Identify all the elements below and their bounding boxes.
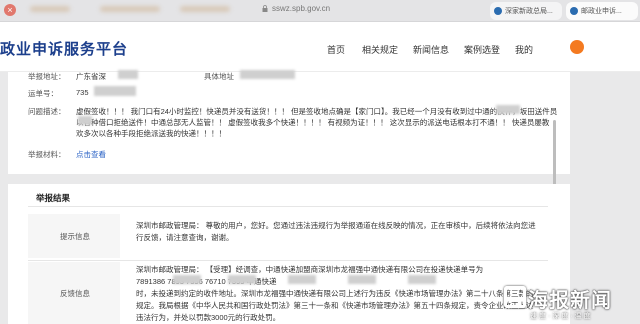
nav-regulations[interactable]: 相关规定 — [362, 43, 398, 56]
location-value: 广东省深 — [76, 72, 106, 81]
redacted-block — [240, 70, 295, 79]
issue-label: 问题描述： — [28, 107, 66, 116]
user-avatar[interactable] — [570, 40, 584, 54]
redacted-block — [288, 275, 316, 284]
nav-news[interactable]: 新闻信息 — [413, 43, 449, 56]
view-materials-link[interactable]: 点击查看 — [76, 149, 106, 160]
waybill-label: 运单号： — [28, 89, 58, 98]
result-row-label: 反馈信息 — [28, 262, 120, 324]
redacted-block — [408, 275, 436, 284]
tab-complaint-platform[interactable]: 邮政业申诉... — [566, 2, 638, 20]
issue-line: 虚假签收！！！ 我门口有24小时监控！快递员并没有送货！！！ 但是签收地点确是【… — [76, 107, 558, 116]
blurred-tab — [100, 6, 160, 12]
material-label: 举报材料： — [28, 150, 66, 159]
site-favicon-icon — [494, 7, 502, 15]
redacted-block — [173, 275, 201, 284]
result-line: 规定。我局根据《中华人民共和国行政处罚法》第三十一条和《快递市场管理办法》第五十… — [136, 301, 534, 310]
result-row-value: 深圳市邮政管理局： 尊敬的用户，您好。您通过违法违规行为举报通道在线反映的情况，… — [136, 220, 546, 244]
report-details-card: 举报地址： 广东省深 具体地址 运单号： 735 问题描述： 虚假签收！！！ 我… — [8, 70, 570, 174]
browser-toolbar: × sswz.spb.gov.cn 深家新政总局... 邮政业申诉... — [0, 0, 640, 22]
result-line: 时，未投递到约定的收件地址。深圳市龙福强中通快递有限公司上述行为违反《快递市场管… — [136, 289, 534, 298]
watermark-logo-icon — [504, 286, 526, 308]
result-row-label: 提示信息 — [28, 214, 120, 258]
redacted-block — [94, 86, 136, 96]
result-title: 举报结果 — [36, 193, 71, 203]
result-row-value: 深圳市邮政管理局： 【受理】经调查，中通快递加盟商深圳市龙福强中通快递有限公司在… — [136, 264, 546, 324]
divider — [28, 260, 548, 261]
watermark-subtitle: 速度·深度·温度 — [530, 313, 593, 320]
lock-icon — [262, 5, 268, 12]
redacted-block — [78, 116, 92, 125]
redacted-block — [228, 275, 256, 284]
address-label: 具体地址 — [204, 72, 234, 81]
address-bar[interactable]: sswz.spb.gov.cn — [272, 4, 330, 13]
location-label: 举报地址： — [28, 72, 66, 81]
site-title: 政业申诉服务平台 — [0, 41, 129, 58]
site-header: 政业申诉服务平台 首页 相关规定 新闻信息 案例选登 我的 — [0, 22, 640, 72]
divider — [28, 206, 548, 207]
tab-news-bureau[interactable]: 深家新政总局... — [490, 2, 562, 20]
tab-label: 深家新政总局... — [505, 8, 553, 15]
close-window-icon[interactable]: × — [4, 4, 16, 16]
blurred-tab — [30, 6, 70, 12]
watermark-title: 海报新闻 — [528, 288, 612, 312]
blurred-tab — [180, 6, 230, 12]
news-watermark: 海报新闻 速度·深度·温度 — [500, 282, 640, 324]
result-line: 违法行为，并处以罚款3000元的行政处罚。 — [136, 313, 281, 322]
report-result-card: 举报结果 提示信息 深圳市邮政管理局： 尊敬的用户，您好。您通过违法违规行为举报… — [8, 184, 570, 324]
nav-mine[interactable]: 我的 — [515, 43, 533, 56]
issue-line: 以各种借口拒绝送件！中通总部无人监管！！ 虚假签收我多个快递！！！！ 有视频为证… — [76, 118, 550, 127]
result-line: 深圳市邮政管理局： 尊敬的用户，您好。您通过违法违规行为举报通道在线反映的情况，… — [136, 221, 536, 230]
result-line: 行反馈，请注意查询，谢谢。 — [136, 233, 234, 242]
issue-description: 虚假签收！！！ 我门口有24小时监控！快递员并没有送货！！！ 但是签收地点确是【… — [76, 106, 558, 139]
nav-home[interactable]: 首页 — [327, 43, 345, 56]
waybill-value: 735 — [76, 88, 89, 97]
tab-label: 邮政业申诉... — [581, 8, 622, 15]
issue-line: 欢多次以各种手段拒绝派送我的快递！！！！ — [76, 129, 226, 138]
nav-cases[interactable]: 案例选登 — [464, 43, 500, 56]
site-favicon-icon — [570, 7, 578, 15]
redacted-block — [348, 275, 376, 284]
redacted-block — [496, 105, 520, 114]
redacted-block — [118, 70, 138, 79]
